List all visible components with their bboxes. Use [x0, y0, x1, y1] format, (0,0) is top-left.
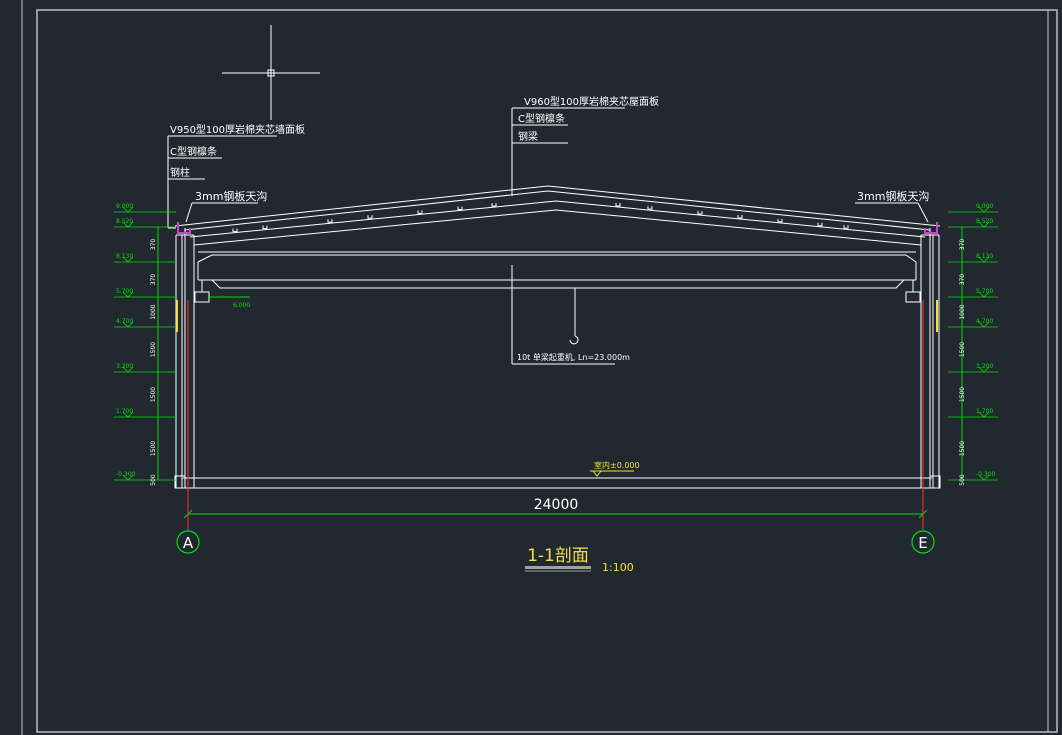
floor-slab: [183, 477, 932, 489]
grid-axis-lines: [187, 300, 924, 530]
dimension-label: 370: [150, 239, 157, 251]
grid-axis-a-label: A: [183, 534, 194, 552]
grid-axis-e: E: [911, 530, 935, 554]
span-dimension-label: 24000: [534, 497, 579, 513]
sheet-frame: [21, 0, 1058, 735]
dimension-label: 500: [959, 474, 966, 486]
drawing-title: 1-1剖面 1:100: [525, 546, 634, 574]
crane-beam: [197, 251, 917, 345]
elevation-label: 3.200: [976, 363, 993, 370]
purlin-mark: [737, 214, 743, 219]
elevation-label: 8.130: [976, 253, 993, 260]
scale-label: 1:100: [602, 561, 634, 574]
crane-level-label: 6.000: [233, 302, 250, 309]
purlin-mark: [491, 203, 497, 207]
dimension-label: 370: [150, 274, 157, 286]
floor-level-marker: [590, 470, 634, 477]
gutter-left-label: 3mm钢板天沟: [195, 189, 267, 203]
purlin-mark: [647, 206, 653, 210]
crosshair-cursor-icon: [222, 25, 320, 120]
drawing-canvas: V950型100厚岩棉夹芯墙面板 C型钢檩条 钢柱 V960型100厚岩棉夹芯屋…: [21, 0, 1058, 735]
elevation-label: 1.700: [976, 408, 993, 415]
purlin-mark: [843, 225, 849, 229]
dimension-label: 1500: [150, 342, 157, 357]
elevation-label: 8.520: [116, 218, 133, 225]
elevation-label: 4.700: [976, 318, 993, 325]
purlin-mark: [262, 225, 268, 230]
wall-purlin-label: C型钢檩条: [170, 145, 217, 158]
elevation-label: 8.520: [976, 218, 993, 225]
wall-window: [176, 300, 938, 332]
purlin-mark: [417, 210, 423, 214]
elevation-label: 1.700: [116, 408, 133, 415]
annotation-texts: V950型100厚岩棉夹芯墙面板 C型钢檩条 钢柱 V960型100厚岩棉夹芯屋…: [170, 95, 929, 470]
elevation-label: 5.700: [976, 288, 993, 295]
crane-corbel: [194, 280, 921, 303]
purlin-mark: [232, 228, 238, 233]
dimension-label: 1000: [150, 304, 157, 319]
elevation-chain-right: 9.000 8.520 8.130 5.700 4.700 3.200 1.700 -0.30…: [948, 203, 998, 486]
gutter-left: [177, 222, 191, 234]
crane-label: 10t 单梁起重机, Ln=23.000m: [517, 352, 630, 362]
roof-purlin-label: C型钢檩条: [518, 112, 565, 125]
beam-label: 钢梁: [518, 130, 538, 143]
gutter-right: [924, 222, 938, 234]
grid-axis-e-label: E: [918, 534, 927, 552]
grid-axis-a: A: [176, 530, 200, 554]
elevation-label: -0.300: [116, 471, 136, 478]
dimension-label: 1000: [959, 304, 966, 319]
purlin-mark: [367, 215, 373, 219]
roof-outline: [174, 185, 941, 246]
elevation-label: 5.700: [116, 288, 133, 295]
purlin-mark: [457, 206, 463, 210]
dimension-label: 1500: [150, 441, 157, 456]
purlin-mark: [777, 218, 783, 223]
purlin-mark: [817, 222, 823, 227]
dimension-label: 500: [150, 474, 157, 486]
dimension-label: 1500: [959, 441, 966, 456]
dimension-label: 370: [959, 274, 966, 286]
dimension-label: 1500: [959, 387, 966, 402]
purlin-mark: [615, 203, 621, 207]
roof-panel-label: V960型100厚岩棉夹芯屋面板: [524, 95, 659, 108]
purlin-mark: [697, 211, 703, 215]
left-column: [174, 228, 195, 489]
elevation-label: 9.000: [116, 203, 133, 210]
gutter-right-label: 3mm钢板天沟: [857, 189, 929, 203]
right-column: [920, 228, 941, 489]
elevation-label: 9.000: [976, 203, 993, 210]
wall-panel-label: V950型100厚岩棉夹芯墙面板: [170, 123, 305, 136]
elevation-label: 3.200: [116, 363, 133, 370]
dimension-label: 1500: [150, 387, 157, 402]
elevation-label: 4.700: [116, 318, 133, 325]
dimension-label: 1500: [959, 342, 966, 357]
elevation-chain-left: 9.000 8.520 8.130 5.700 4.700 3.200 1.700 -0.30…: [114, 203, 176, 486]
purlin-mark: [327, 219, 333, 223]
elevation-label: -0.300: [976, 471, 996, 478]
dimension-label: 370: [959, 239, 966, 251]
floor-level-label: 室内±0.000: [594, 460, 640, 470]
title-label: 1-1剖面: [527, 546, 589, 566]
elevation-label: 8.130: [116, 253, 133, 260]
column-label: 钢柱: [170, 166, 190, 179]
